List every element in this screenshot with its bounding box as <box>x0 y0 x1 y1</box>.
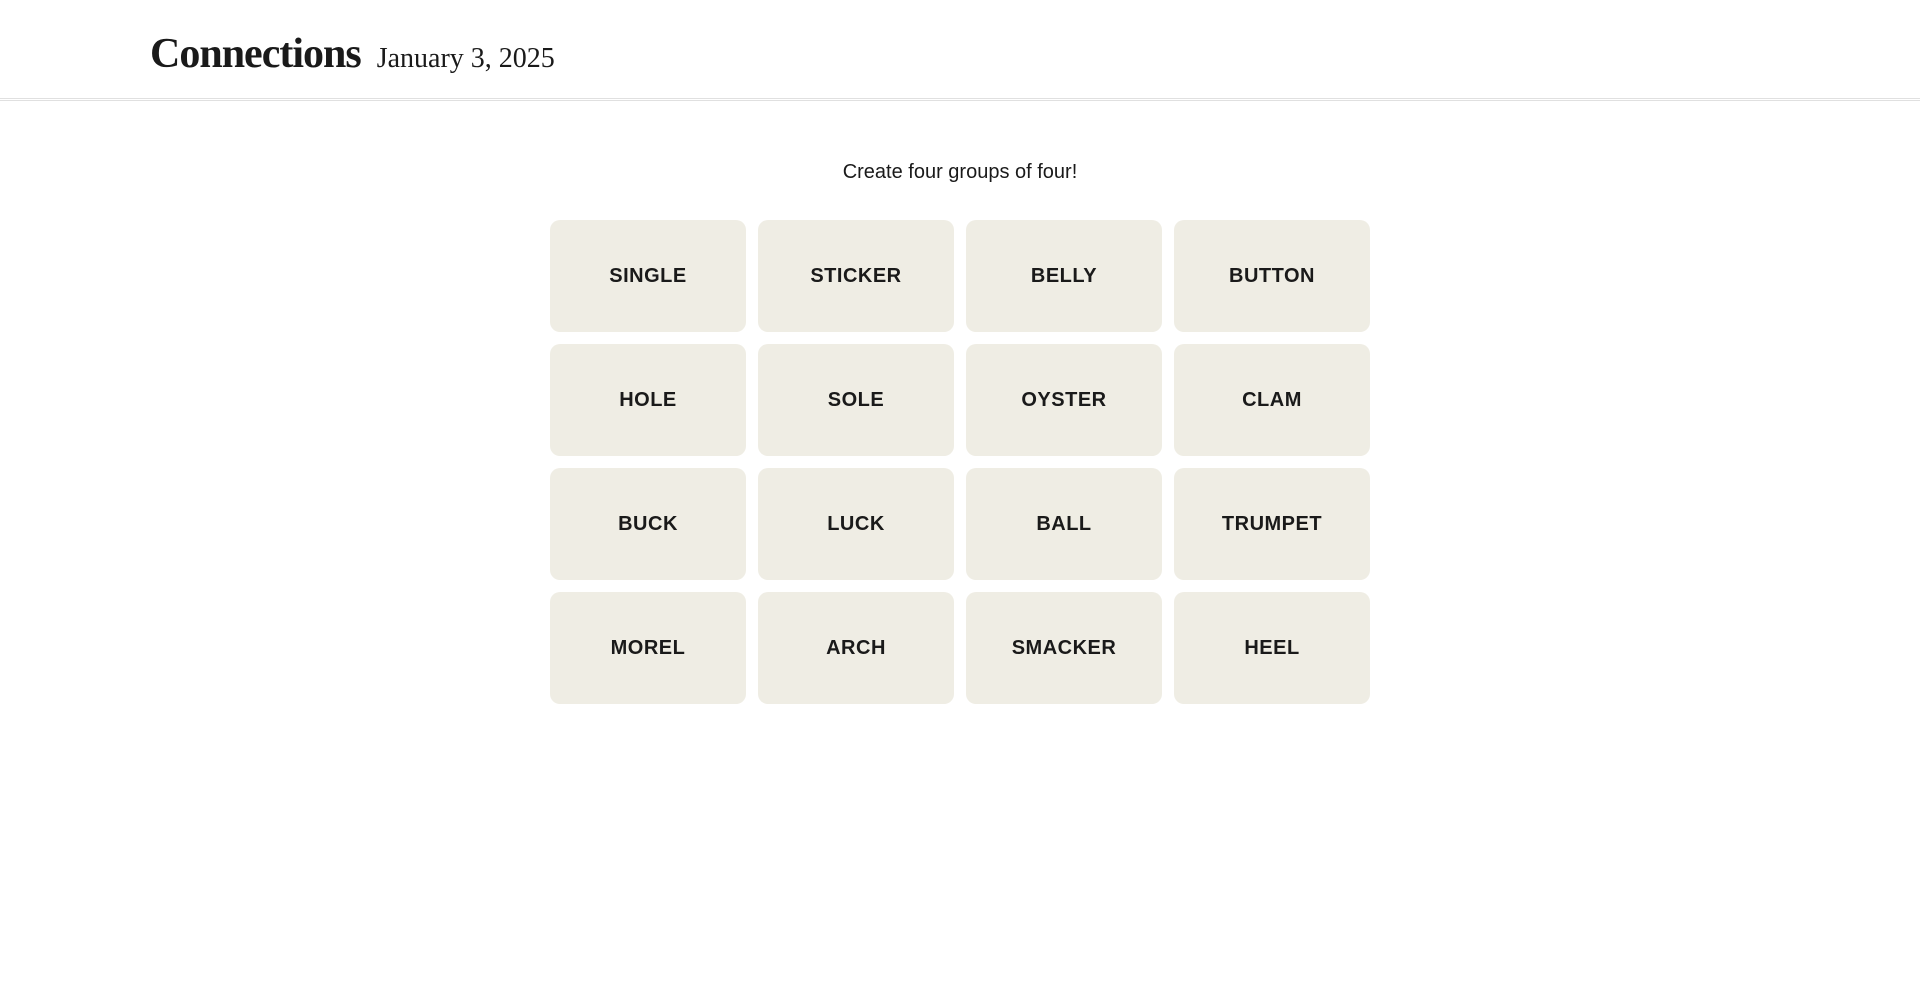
tile-luck[interactable]: LUCK <box>758 468 954 580</box>
instructions-text: Create four groups of four! <box>843 161 1078 184</box>
tile-ball-label: BALL <box>1036 513 1091 536</box>
tile-oyster-label: OYSTER <box>1021 389 1106 412</box>
tile-trumpet-label: TRUMPET <box>1222 513 1322 536</box>
tile-oyster[interactable]: OYSTER <box>966 344 1162 456</box>
tile-single[interactable]: SINGLE <box>550 220 746 332</box>
tile-hole-label: HOLE <box>619 389 677 412</box>
tile-sole-label: SOLE <box>828 389 884 412</box>
game-area: Create four groups of four! SINGLE STICKE… <box>0 101 1920 704</box>
tile-single-label: SINGLE <box>609 265 686 288</box>
page-header: Connections January 3, 2025 <box>0 0 1920 98</box>
tile-heel-label: HEEL <box>1244 637 1299 660</box>
tile-belly-label: BELLY <box>1031 265 1097 288</box>
tile-button[interactable]: BUTTON <box>1174 220 1370 332</box>
tile-ball[interactable]: BALL <box>966 468 1162 580</box>
tile-buck[interactable]: BUCK <box>550 468 746 580</box>
tile-button-label: BUTTON <box>1229 265 1315 288</box>
tile-belly[interactable]: BELLY <box>966 220 1162 332</box>
page-title: Connections <box>150 30 361 78</box>
tile-hole[interactable]: HOLE <box>550 344 746 456</box>
tile-smacker[interactable]: SMACKER <box>966 592 1162 704</box>
tile-trumpet[interactable]: TRUMPET <box>1174 468 1370 580</box>
tile-sticker[interactable]: STICKER <box>758 220 954 332</box>
tile-smacker-label: SMACKER <box>1012 637 1117 660</box>
tile-arch-label: ARCH <box>826 637 886 660</box>
tile-morel[interactable]: MOREL <box>550 592 746 704</box>
tile-sole[interactable]: SOLE <box>758 344 954 456</box>
tile-arch[interactable]: ARCH <box>758 592 954 704</box>
tile-grid: SINGLE STICKER BELLY BUTTON HOLE SOLE OYSTER CL… <box>550 220 1370 704</box>
tile-heel[interactable]: HEEL <box>1174 592 1370 704</box>
tile-buck-label: BUCK <box>618 513 678 536</box>
tile-clam[interactable]: CLAM <box>1174 344 1370 456</box>
tile-luck-label: LUCK <box>827 513 885 536</box>
tile-clam-label: CLAM <box>1242 389 1302 412</box>
tile-sticker-label: STICKER <box>810 265 901 288</box>
tile-morel-label: MOREL <box>611 637 686 660</box>
page-date: January 3, 2025 <box>377 43 555 75</box>
divider-top <box>0 98 1920 99</box>
